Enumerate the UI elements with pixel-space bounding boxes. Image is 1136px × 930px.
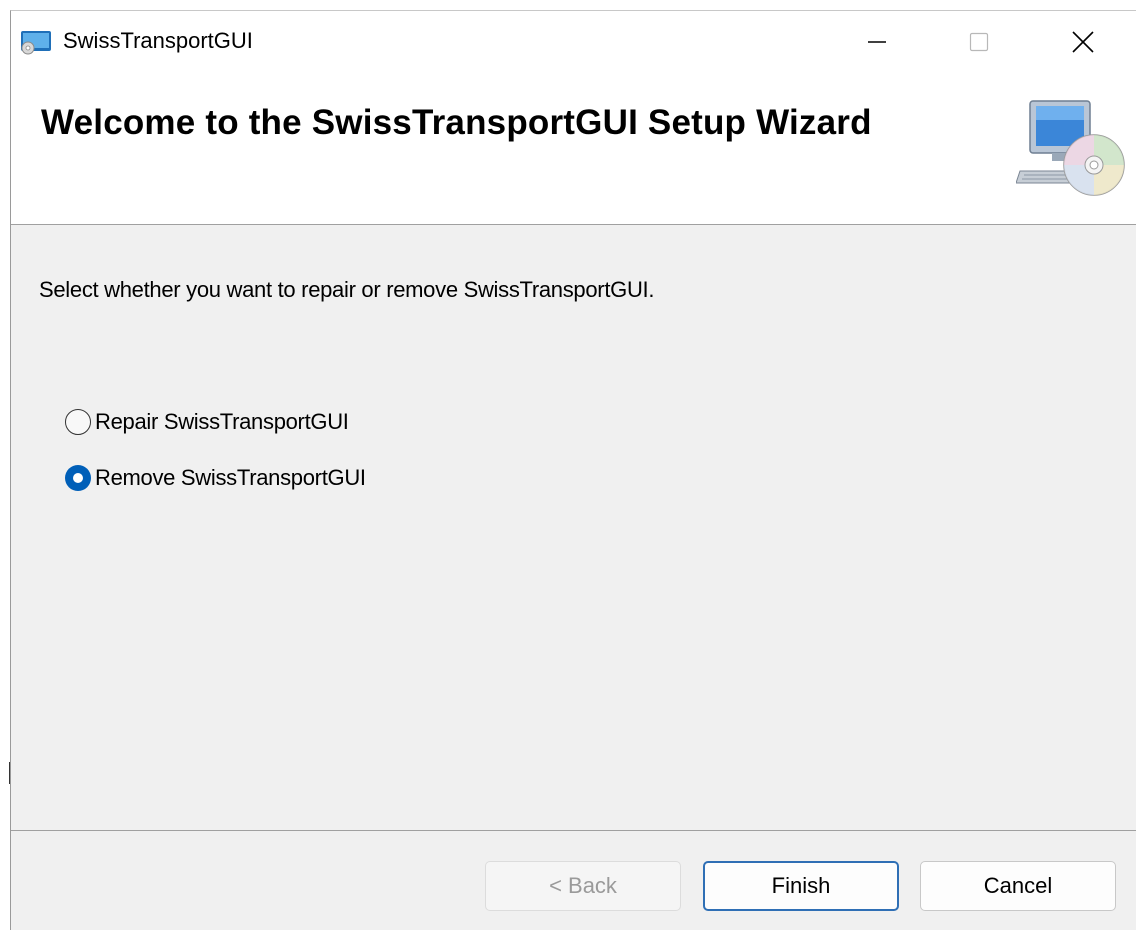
finish-button[interactable]: Finish: [703, 861, 899, 911]
minimize-icon: [868, 41, 886, 43]
wizard-banner: Welcome to the SwissTransportGUI Setup W…: [11, 73, 1136, 225]
remove-radio[interactable]: [65, 465, 91, 491]
title-bar[interactable]: SwissTransportGUI: [11, 11, 1136, 73]
repair-option[interactable]: Repair SwissTransportGUI: [65, 409, 349, 435]
repair-option-label[interactable]: Repair SwissTransportGUI: [95, 409, 349, 435]
maximize-button[interactable]: [929, 11, 1029, 73]
remove-option[interactable]: Remove SwissTransportGUI: [65, 465, 366, 491]
back-button[interactable]: < Back: [485, 861, 681, 911]
banner-title: Welcome to the SwissTransportGUI Setup W…: [41, 103, 872, 142]
wizard-footer: < Back Finish Cancel: [11, 831, 1136, 930]
installer-app-icon: [21, 31, 51, 55]
cancel-button[interactable]: Cancel: [920, 861, 1116, 911]
repair-radio[interactable]: [65, 409, 91, 435]
remove-option-label[interactable]: Remove SwissTransportGUI: [95, 465, 366, 491]
maximize-icon: [969, 32, 989, 52]
minimize-button[interactable]: [827, 11, 927, 73]
wizard-body: Select whether you want to repair or rem…: [11, 225, 1136, 831]
window-title: SwissTransportGUI: [63, 28, 253, 53]
instruction-text: Select whether you want to repair or rem…: [39, 277, 655, 302]
close-button[interactable]: [1033, 11, 1133, 73]
close-icon: [1072, 31, 1094, 53]
setup-wizard-window: SwissTransportGUI Welcome to the SwissTr…: [10, 10, 1136, 930]
computer-cd-icon: [1016, 100, 1125, 196]
